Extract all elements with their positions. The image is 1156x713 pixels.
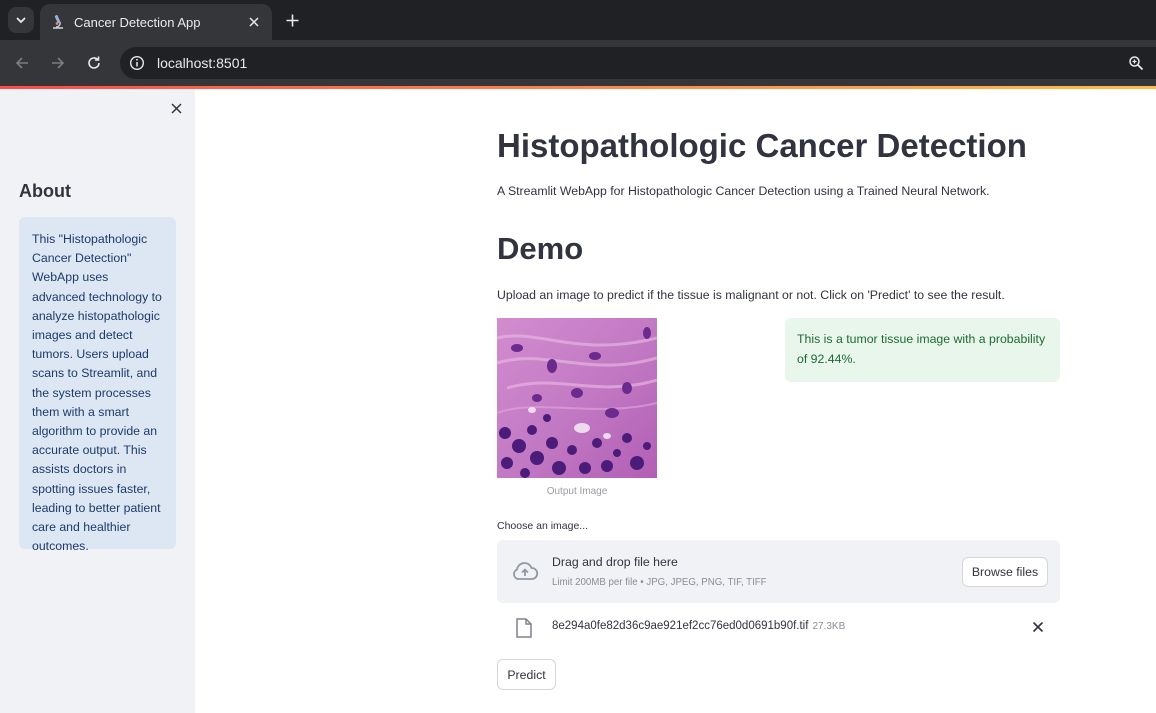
- file-icon: [515, 618, 533, 638]
- uploaded-file-entry: 8e294a0fe82d36c9ae921ef2cc76ed0d0691b90f…: [552, 620, 845, 632]
- prediction-result-text: This is a tumor tissue image with a prob…: [797, 332, 1046, 366]
- instructions-text: Upload an image to predict if the tissue…: [497, 288, 1005, 302]
- sidebar-heading: About: [19, 181, 71, 201]
- browser-tab[interactable]: Cancer Detection App: [40, 4, 272, 40]
- chevron-down-icon: [16, 17, 26, 24]
- browse-files-button[interactable]: Browse files: [962, 557, 1048, 587]
- tab-close-icon[interactable]: [244, 12, 264, 32]
- forward-icon[interactable]: [46, 51, 70, 75]
- url-text: localhost:8501: [157, 55, 248, 71]
- uploaded-file-name: 8e294a0fe82d36c9ae921ef2cc76ed0d0691b90f…: [552, 620, 809, 632]
- tissue-image: [497, 318, 657, 478]
- about-text: This "Histopathologic Cancer Detection" …: [32, 232, 162, 554]
- predict-button[interactable]: Predict: [497, 659, 556, 690]
- reload-icon[interactable]: [82, 51, 106, 75]
- uploader-label: Choose an image...: [497, 520, 589, 532]
- section-heading: Demo: [497, 231, 584, 266]
- dropzone-title: Drag and drop file here: [552, 555, 678, 569]
- remove-file-icon[interactable]: [1031, 620, 1045, 634]
- tab-title: Cancer Detection App: [74, 14, 201, 30]
- microscope-icon: [50, 14, 66, 30]
- cloud-upload-icon: [510, 557, 540, 587]
- prediction-result-alert: This is a tumor tissue image with a prob…: [785, 318, 1060, 382]
- page-subtitle: A Streamlit WebApp for Histopathologic C…: [497, 184, 990, 198]
- new-tab-icon[interactable]: [282, 10, 302, 30]
- main-content: Histopathologic Cancer Detection A Strea…: [195, 89, 1156, 713]
- page-title: Histopathologic Cancer Detection: [497, 127, 1027, 164]
- browser-tab-bar: Cancer Detection App: [0, 0, 1156, 40]
- sidebar: About This "Histopathologic Cancer Detec…: [0, 89, 195, 713]
- tab-search-button[interactable]: [8, 7, 34, 33]
- sidebar-close-icon[interactable]: [168, 100, 184, 116]
- browser-toolbar: localhost:8501: [0, 40, 1156, 86]
- file-dropzone[interactable]: Drag and drop file here Limit 200MB per …: [497, 540, 1060, 603]
- dropzone-limit: Limit 200MB per file • JPG, JPEG, PNG, T…: [552, 577, 767, 588]
- zoom-icon[interactable]: [1128, 55, 1144, 71]
- image-caption: Output Image: [546, 486, 608, 497]
- uploaded-file-size: 27.3KB: [812, 621, 846, 632]
- address-bar[interactable]: localhost:8501: [120, 47, 1156, 79]
- about-info-box: This "Histopathologic Cancer Detection" …: [19, 217, 176, 553]
- site-info-icon[interactable]: [129, 55, 145, 71]
- back-icon[interactable]: [10, 51, 34, 75]
